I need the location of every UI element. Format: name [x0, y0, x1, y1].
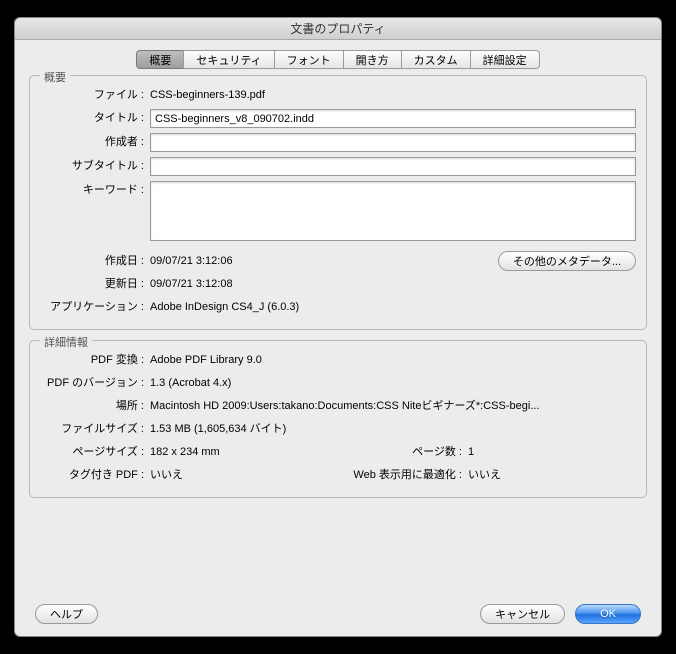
producer-label: PDF 変換 :	[40, 351, 150, 369]
location-label: 場所 :	[40, 397, 150, 415]
more-metadata-button[interactable]: その他のメタデータ...	[498, 251, 636, 271]
fastweb-value: いいえ	[468, 466, 636, 484]
help-button[interactable]: ヘルプ	[35, 604, 98, 624]
tagged-value: いいえ	[150, 466, 338, 484]
location-value: Macintosh HD 2009:Users:takano:Documents…	[150, 397, 636, 415]
cancel-button[interactable]: キャンセル	[480, 604, 565, 624]
tab-custom[interactable]: カスタム	[401, 50, 470, 69]
details-group: 詳細情報 PDF 変換 : Adobe PDF Library 9.0 PDF …	[29, 340, 647, 498]
author-input[interactable]	[150, 133, 636, 152]
title-input[interactable]	[150, 109, 636, 128]
tab-fonts[interactable]: フォント	[274, 50, 343, 69]
title-label: タイトル :	[40, 109, 150, 127]
tab-security[interactable]: セキュリティ	[183, 50, 273, 69]
content-area: 概要 セキュリティ フォント 開き方 カスタム 詳細設定 概要 ファイル : C…	[15, 40, 661, 636]
window-title: 文書のプロパティ	[290, 20, 385, 37]
tab-overview[interactable]: 概要	[136, 50, 183, 69]
subject-label: サブタイトル :	[40, 157, 150, 175]
keywords-label: キーワード :	[40, 181, 150, 199]
subject-input[interactable]	[150, 157, 636, 176]
tagged-label: タグ付き PDF :	[40, 466, 150, 484]
tab-initialview[interactable]: 開き方	[343, 50, 401, 69]
filesize-label: ファイルサイズ :	[40, 420, 150, 438]
pagesize-value: 182 x 234 mm	[150, 443, 338, 461]
app-label: アプリケーション :	[40, 298, 150, 316]
file-value: CSS-beginners-139.pdf	[150, 86, 636, 104]
version-label: PDF のバージョン :	[40, 374, 150, 392]
modified-label: 更新日 :	[40, 275, 150, 293]
keywords-input[interactable]	[150, 181, 636, 241]
modified-value: 09/07/21 3:12:08	[150, 275, 636, 293]
details-legend: 詳細情報	[40, 334, 92, 350]
version-value: 1.3 (Acrobat 4.x)	[150, 374, 636, 392]
author-label: 作成者 :	[40, 133, 150, 151]
filesize-value: 1.53 MB (1,605,634 バイト)	[150, 420, 636, 438]
pagecount-label: ページ数 :	[338, 443, 468, 461]
overview-legend: 概要	[40, 69, 70, 85]
titlebar: 文書のプロパティ	[15, 18, 661, 40]
producer-value: Adobe PDF Library 9.0	[150, 351, 636, 369]
fastweb-label: Web 表示用に最適化 :	[338, 466, 468, 484]
tab-advanced[interactable]: 詳細設定	[470, 50, 540, 69]
created-label: 作成日 :	[40, 252, 150, 270]
button-bar: ヘルプ キャンセル OK	[29, 600, 647, 626]
app-value: Adobe InDesign CS4_J (6.0.3)	[150, 298, 636, 316]
file-label: ファイル :	[40, 86, 150, 104]
dialog-window: 文書のプロパティ 概要 セキュリティ フォント 開き方 カスタム 詳細設定 概要…	[14, 17, 662, 637]
ok-button[interactable]: OK	[575, 604, 641, 624]
overview-group: 概要 ファイル : CSS-beginners-139.pdf タイトル : 作…	[29, 75, 647, 330]
pagecount-value: 1	[468, 443, 636, 461]
pagesize-label: ページサイズ :	[40, 443, 150, 461]
tab-bar: 概要 セキュリティ フォント 開き方 カスタム 詳細設定	[29, 50, 647, 69]
